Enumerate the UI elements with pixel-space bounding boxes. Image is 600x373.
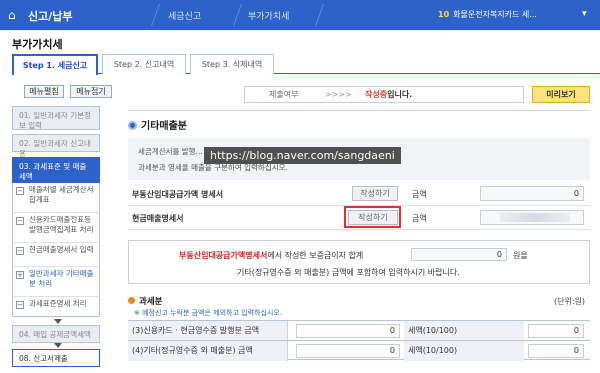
unit-label: (단위:원) <box>554 297 586 306</box>
other-tax-input[interactable]: 0 <box>528 344 584 358</box>
tab-step1[interactable]: Step 1. 세금신고 <box>12 54 98 75</box>
taxable-section-title: 과세분 <box>128 295 162 307</box>
sidebar-subitem-other-sales[interactable]: + 일반과세자 기타매출분 처리 <box>12 267 100 297</box>
breadcrumb-vat[interactable]: 부가가치세 <box>248 9 289 22</box>
row-label: (3)신용카드 · 현금영수증 발행분 금액 <box>128 321 288 341</box>
subitem-label: 매출처별 세금계산서 합계표 <box>29 185 94 204</box>
status-value: 작성중 <box>365 90 388 99</box>
sidebar: 메뉴펼침 메뉴접기 <box>12 82 112 100</box>
chevron-down-icon[interactable]: ▾ <box>582 9 587 19</box>
hint-text: ※ 예정신고 누락분 금액은 제외하고 입력하십시오. <box>134 309 283 317</box>
breadcrumb-tax-filing[interactable]: 세금신고 <box>168 9 201 22</box>
note-emphasis: 부동산임대공급가액명세서 <box>179 251 268 260</box>
menu-collapse-button[interactable]: 메뉴접기 <box>70 85 112 98</box>
section-title: 기타매출분 <box>128 117 187 132</box>
subitem-label: 과세표준명세 처리 <box>29 299 87 308</box>
bullet-icon <box>128 121 137 130</box>
note-unit: 원을 <box>513 251 528 260</box>
subitem-label: 일반과세자 기타매출분 처리 <box>29 269 94 288</box>
rental-amount-input[interactable]: 0 <box>480 186 584 201</box>
note-line-1: 부동산임대공급가액명세서에서 작성한 보증금이자 합계 <box>179 250 363 261</box>
expand-box-icon: + <box>16 271 24 279</box>
amount-label: 금액 <box>412 190 427 199</box>
sidebar-item-filing-content[interactable]: 02. 일반과세자 신고내용 <box>12 134 100 158</box>
notice-number: 10 <box>438 10 450 19</box>
notice-text: 화물운전자복지카드 세... <box>453 10 537 19</box>
row-label: (4)기타(정규영수증 외 매출분) 금액 <box>128 341 288 361</box>
row-label: 현금매출명세서 <box>132 214 184 223</box>
menu-title[interactable]: 신고/납부 <box>28 8 73 24</box>
sidebar-subitem-sales-invoice[interactable]: − 매출처별 세금계산서 합계표 <box>12 183 100 213</box>
info-line-1: 세금계산서를 발행... <box>138 147 203 156</box>
subitem-label: 현금매출명세서 입력 <box>29 245 94 254</box>
collapse-box-icon: − <box>16 247 24 255</box>
blog-watermark: https://blog.naver.com/sangdaeni <box>204 147 401 164</box>
step-tabs: Step 1. 세금신고 Step 2. 신고내역 Step 3. 삭제내역 <box>12 54 600 75</box>
submission-status: 제출여부 >>>> 작성중입니다. <box>244 86 524 103</box>
amount-label: 금액 <box>412 214 427 223</box>
blurred-value <box>500 213 570 222</box>
collapse-box-icon: − <box>16 217 24 225</box>
rental-supply-row: 부동산임대공급가액 명세서 작성하기 금액 0 <box>128 182 590 206</box>
collapse-box-icon: − <box>16 187 24 195</box>
breadcrumb-separator <box>299 4 325 26</box>
tab-step3[interactable]: Step 3. 삭제내역 <box>190 54 274 74</box>
breadcrumb-separator <box>217 4 243 26</box>
note-line-2: 기타(정규영수증 외 매출분) 금액에 포함하여 입력하시기 바랍니다. <box>237 268 460 277</box>
menu-expand-button[interactable]: 메뉴펼침 <box>24 85 64 98</box>
subitem-label: 신용카드매출전표등 발행금액집계표 처리 <box>29 215 94 234</box>
deposit-interest-note: 부동산임대공급가액명세서에서 작성한 보증금이자 합계 0 원을 기타(정규영수… <box>128 240 590 284</box>
divider <box>128 110 590 111</box>
status-arrows: >>>> <box>325 90 352 99</box>
tax-label: 세액(10/100) <box>404 341 524 361</box>
highlight-frame <box>344 206 401 228</box>
card-amount-input[interactable]: 0 <box>296 324 400 338</box>
status-label: 제출여부 <box>269 90 299 99</box>
preview-button[interactable]: 미리보기 <box>532 86 590 103</box>
bullet-icon <box>128 297 135 304</box>
other-amount-input[interactable]: 0 <box>296 344 400 358</box>
card-receipt-row: (3)신용카드 · 현금영수증 발행분 금액 0 세액(10/100) 0 <box>128 320 590 341</box>
tax-label: 세액(10/100) <box>404 321 524 341</box>
down-arrow-icon <box>54 343 62 348</box>
sidebar-item-basic-info[interactable]: 01. 일반과세자 기본정보 입력 <box>12 106 100 130</box>
sidebar-item-tax-base[interactable]: 03. 과세표준 및 매출세액 <box>12 157 100 183</box>
card-tax-input[interactable]: 0 <box>528 324 584 338</box>
status-suffix: 입니다. <box>387 90 413 99</box>
taxable-title-text: 과세분 <box>139 297 163 307</box>
tab-step2[interactable]: Step 2. 신고내역 <box>102 54 186 74</box>
sidebar-subitem-tax-base-detail[interactable]: − 과세표준명세 처리 <box>12 297 100 317</box>
sidebar-subitem-card-sales[interactable]: − 신용카드매출전표등 발행금액집계표 처리 <box>12 213 100 243</box>
home-icon[interactable]: ⌂ <box>8 8 22 22</box>
note-text: 에서 작성한 보증금이자 합계 <box>267 251 364 260</box>
down-arrow-icon <box>54 319 62 324</box>
section-title-text: 기타매출분 <box>141 121 187 132</box>
collapse-box-icon: − <box>16 301 24 309</box>
write-rental-button[interactable]: 작성하기 <box>352 186 398 201</box>
sidebar-subitem-cash-sales[interactable]: − 현금매출명세서 입력 <box>12 243 100 267</box>
deposit-interest-total: 0 <box>411 248 507 261</box>
breadcrumb-separator <box>135 4 161 26</box>
row-label: 부동산임대공급가액 명세서 <box>132 190 224 199</box>
sidebar-item-purchase-deduction[interactable]: 04. 매입 공제금액세액 <box>12 325 100 343</box>
top-nav-bar: ⌂ 신고/납부 세금신고 부가가치세 10 화물운전자복지카드 세... ▾ <box>0 0 600 30</box>
notice-ticker[interactable]: 10 화물운전자복지카드 세... <box>438 9 537 20</box>
sidebar-item-submit[interactable]: 08. 신고서제출 <box>12 349 100 367</box>
other-sales-row: (4)기타(정규영수증 외 매출분) 금액 0 세액(10/100) 0 <box>128 340 590 361</box>
page-title: 부가가치세 <box>12 38 63 51</box>
